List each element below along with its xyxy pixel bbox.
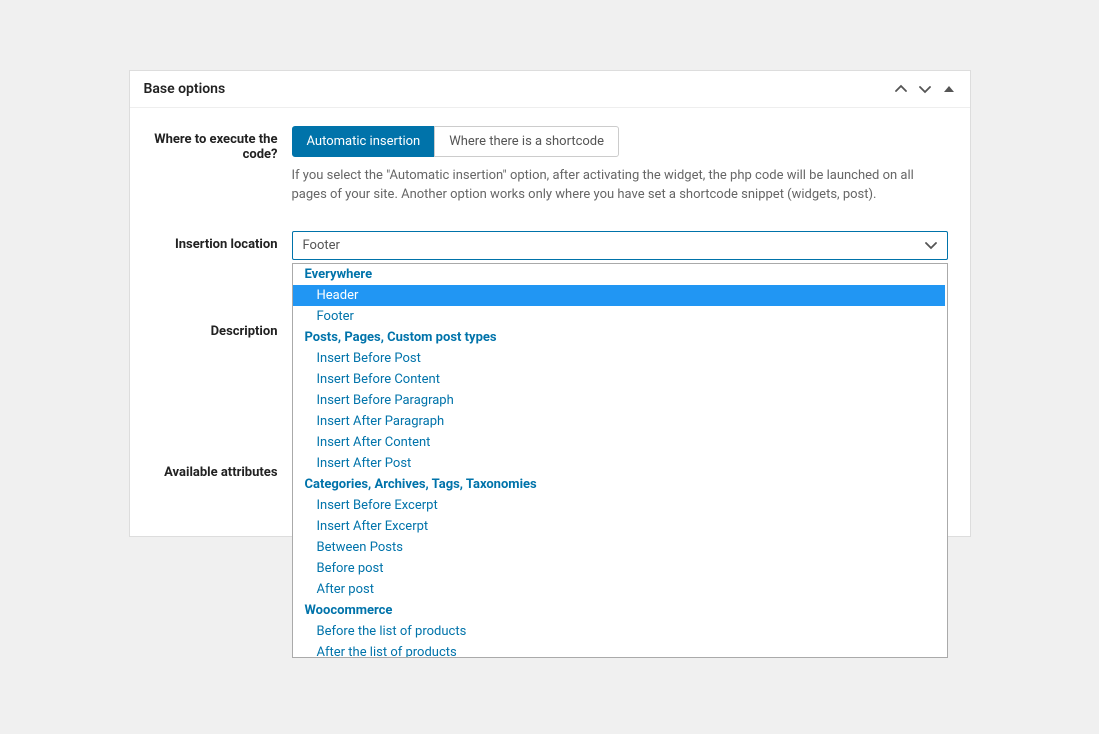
execute-button-group: Automatic insertion Where there is a sho… [292, 126, 620, 157]
dropdown-item[interactable]: Before post [293, 558, 945, 579]
panel-title: Base options [144, 81, 226, 97]
dropdown-item[interactable]: Footer [293, 306, 945, 327]
row-location: Insertion location Footer EverywhereHead… [152, 231, 948, 260]
location-dropdown: EverywhereHeaderFooterPosts, Pages, Cust… [292, 263, 948, 658]
dropdown-item[interactable]: Insert Before Post [293, 348, 945, 369]
panel-header: Base options [130, 71, 970, 108]
panel-body: Where to execute the code? Automatic ins… [130, 108, 970, 536]
move-up-icon[interactable] [894, 82, 908, 96]
dropdown-group: Posts, Pages, Custom post types [293, 327, 945, 348]
dropdown-item[interactable]: Header [293, 285, 945, 306]
dropdown-item[interactable]: Insert After Excerpt [293, 516, 945, 537]
dropdown-group: Categories, Archives, Tags, Taxonomies [293, 474, 945, 495]
dropdown-item[interactable]: Insert Before Content [293, 369, 945, 390]
label-attributes: Available attributes [152, 459, 292, 480]
dropdown-item[interactable]: Insert Before Excerpt [293, 495, 945, 516]
btn-automatic-insertion[interactable]: Automatic insertion [292, 126, 436, 157]
panel-controls [894, 82, 956, 96]
move-down-icon[interactable] [918, 82, 932, 96]
dropdown-group: Everywhere [293, 264, 945, 285]
row-execute: Where to execute the code? Automatic ins… [152, 126, 948, 205]
label-location: Insertion location [152, 231, 292, 260]
dropdown-list[interactable]: EverywhereHeaderFooterPosts, Pages, Cust… [293, 264, 947, 657]
dropdown-item[interactable]: Insert After Paragraph [293, 411, 945, 432]
dropdown-item[interactable]: Before the list of products [293, 621, 945, 642]
dropdown-item[interactable]: Between Posts [293, 537, 945, 558]
btn-shortcode[interactable]: Where there is a shortcode [434, 126, 619, 157]
insertion-location-select[interactable]: Footer [292, 231, 948, 260]
dropdown-item[interactable]: After post [293, 579, 945, 600]
select-value: Footer [303, 238, 340, 253]
chevron-down-icon [925, 239, 937, 251]
collapse-icon[interactable] [942, 82, 956, 96]
dropdown-item[interactable]: Insert Before Paragraph [293, 390, 945, 411]
base-options-panel: Base options Where to execute the code? … [129, 70, 971, 537]
label-description: Description [152, 318, 292, 339]
dropdown-item[interactable]: After the list of products [293, 642, 945, 657]
label-execute: Where to execute the code? [152, 126, 292, 205]
dropdown-group: Woocommerce [293, 600, 945, 621]
dropdown-item[interactable]: Insert After Post [293, 453, 945, 474]
dropdown-item[interactable]: Insert After Content [293, 432, 945, 453]
help-text-execute: If you select the "Automatic insertion" … [292, 167, 948, 205]
